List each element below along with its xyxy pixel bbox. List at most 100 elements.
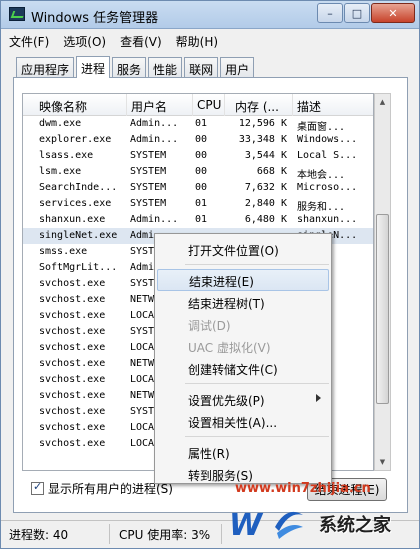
list-header: 映像名称 用户名 CPU 内存 (... 描述: [23, 94, 373, 116]
process-count: 进程数: 40: [9, 528, 69, 542]
process-name: lsass.exe: [39, 150, 94, 161]
process-cpu: 00: [195, 134, 208, 145]
tab-services[interactable]: 服务: [112, 57, 147, 78]
process-memory: 3,544 K: [244, 150, 287, 161]
context-menu-item-label: 属性(R): [188, 447, 230, 461]
process-cpu: 01: [195, 214, 208, 225]
process-name: svchost.exe: [39, 422, 106, 433]
process-cpu: 01: [195, 198, 208, 209]
process-description: 本地会...: [297, 170, 346, 181]
process-name: svchost.exe: [39, 358, 106, 369]
submenu-arrow-icon: [316, 394, 321, 402]
tab-strip: 应用程序 进程 服务 性能 联网 用户: [16, 56, 256, 78]
tab-processes[interactable]: 进程: [76, 56, 111, 78]
menu-view[interactable]: 查看(V): [120, 33, 162, 50]
process-name: svchost.exe: [39, 438, 106, 449]
process-user: SYSTEM: [130, 182, 167, 193]
process-description: Microso...: [297, 182, 358, 193]
process-memory: 668 K: [256, 166, 287, 177]
process-row[interactable]: explorer.exe Admin... 00 33,348 K Windows...: [23, 132, 373, 148]
menu-separator: [185, 383, 329, 384]
context-menu-item-label: 设置优先级(P): [188, 394, 265, 408]
process-row[interactable]: services.exe SYSTEM 01 2,840 K 服务和...: [23, 196, 373, 213]
menu-separator: [185, 264, 329, 265]
context-menu-item[interactable]: 创建转储文件(C): [157, 357, 329, 379]
process-name: SearchInde...: [39, 182, 118, 193]
column-image-name[interactable]: 映像名称: [23, 94, 127, 116]
process-row[interactable]: shanxun.exe Admin... 01 6,480 K shanxun...: [23, 212, 373, 228]
task-manager-icon: [9, 7, 25, 21]
process-cpu: 00: [195, 150, 208, 161]
process-description: 服务和...: [297, 202, 346, 213]
context-menu-item[interactable]: 设置相关性(A)...: [157, 410, 329, 432]
process-memory: 7,632 K: [244, 182, 287, 193]
process-description: Windows...: [297, 134, 358, 145]
process-name: dwm.exe: [39, 118, 82, 129]
process-user: Admin...: [130, 118, 179, 129]
process-memory: 2,840 K: [244, 198, 287, 209]
cpu-usage: CPU 使用率: 3%: [119, 528, 211, 542]
process-user: Admin...: [130, 134, 179, 145]
column-user-name[interactable]: 用户名: [127, 94, 193, 116]
scroll-thumb[interactable]: [376, 214, 389, 404]
tab-users[interactable]: 用户: [220, 57, 255, 78]
menu-file[interactable]: 文件(F): [9, 33, 49, 50]
watermark-url: www.win7zhijia.cn: [235, 481, 371, 496]
window-title: Windows 任务管理器: [31, 11, 159, 26]
menu-bar: 文件(F) 选项(O) 查看(V) 帮助(H): [1, 30, 419, 52]
process-cpu: 00: [195, 182, 208, 193]
show-all-users-checkbox[interactable]: 显示所有用户的进程(S): [31, 480, 173, 496]
title-bar[interactable]: Windows 任务管理器 – □ ✕: [1, 1, 419, 29]
checkbox-icon[interactable]: [31, 480, 44, 495]
process-name: svchost.exe: [39, 406, 106, 417]
scroll-up-icon[interactable]: ▲: [375, 94, 390, 110]
tab-applications[interactable]: 应用程序: [16, 57, 75, 78]
status-divider: [109, 524, 110, 544]
process-name: svchost.exe: [39, 374, 106, 385]
tab-networking[interactable]: 联网: [184, 57, 219, 78]
column-cpu[interactable]: CPU: [193, 94, 225, 116]
process-memory: 12,596 K: [238, 118, 287, 129]
close-button[interactable]: ✕: [371, 3, 415, 23]
process-description: shanxun...: [297, 214, 358, 225]
process-row[interactable]: lsass.exe SYSTEM 00 3,544 K Local S...: [23, 148, 373, 164]
vertical-scrollbar[interactable]: ▲ ▼: [374, 93, 391, 471]
process-cpu: 01: [195, 118, 208, 129]
context-menu-item-label: 结束进程树(T): [188, 297, 265, 311]
menu-options[interactable]: 选项(O): [63, 33, 106, 50]
context-menu-item[interactable]: 结束进程树(T): [157, 291, 329, 313]
process-row[interactable]: lsm.exe SYSTEM 00 668 K 本地会...: [23, 164, 373, 181]
scroll-down-icon[interactable]: ▼: [375, 454, 390, 470]
watermark-text: 系统之家: [319, 515, 391, 536]
column-description[interactable]: 描述: [293, 94, 373, 116]
context-menu-item[interactable]: 属性(R): [157, 441, 329, 463]
process-name: shanxun.exe: [39, 214, 106, 225]
context-menu-item: 调试(D): [157, 313, 329, 335]
process-user: SYSTEM: [130, 150, 167, 161]
process-row[interactable]: SearchInde... SYSTEM 00 7,632 K Microso...: [23, 180, 373, 196]
process-name: svchost.exe: [39, 390, 106, 401]
context-menu-item[interactable]: 打开文件位置(O): [157, 238, 329, 260]
context-menu-item-label: 结束进程(E): [189, 275, 254, 289]
process-name: SoftMgrLit...: [39, 262, 118, 273]
process-row[interactable]: dwm.exe Admin... 01 12,596 K 桌面窗...: [23, 116, 373, 133]
minimize-button[interactable]: –: [317, 3, 343, 23]
menu-help[interactable]: 帮助(H): [176, 33, 218, 50]
tab-performance[interactable]: 性能: [148, 57, 183, 78]
watermark: www.win7zhijia.cn W 系统之家: [223, 481, 419, 547]
process-name: svchost.exe: [39, 310, 106, 321]
process-name: svchost.exe: [39, 294, 106, 305]
process-name: lsm.exe: [39, 166, 82, 177]
process-description: 桌面窗...: [297, 122, 346, 133]
context-menu-item[interactable]: 结束进程(E): [157, 269, 329, 291]
maximize-button[interactable]: □: [344, 3, 370, 23]
context-menu-item-label: 打开文件位置(O): [188, 244, 279, 258]
process-memory: 6,480 K: [244, 214, 287, 225]
column-memory[interactable]: 内存 (...: [225, 94, 293, 116]
process-cpu: 00: [195, 166, 208, 177]
context-menu-item-label: 创建转储文件(C): [188, 363, 278, 377]
context-menu-item[interactable]: 设置优先级(P): [157, 388, 329, 410]
context-menu: 打开文件位置(O) 结束进程(E) 结束进程树(T) 调试(D) UAC 虚拟化(V) 创…: [154, 233, 332, 484]
process-name: services.exe: [39, 198, 112, 209]
context-menu-item-label: 调试(D): [188, 319, 231, 333]
